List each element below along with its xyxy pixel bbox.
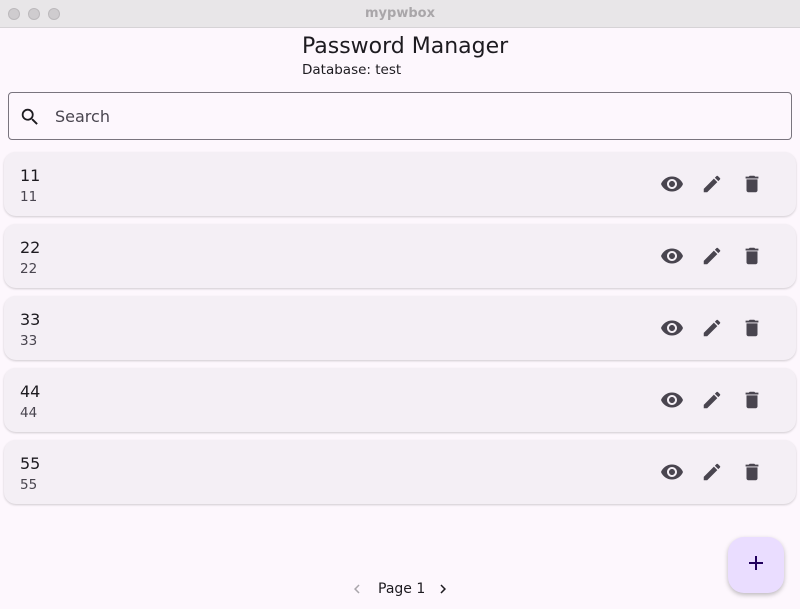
entry-title: 44: [20, 382, 41, 401]
entry-subtitle: 55: [20, 477, 38, 493]
entry-subtitle: 11: [20, 189, 38, 205]
list-item[interactable]: 44 44: [4, 368, 796, 432]
trash-icon[interactable]: [738, 458, 766, 486]
list-item[interactable]: 55 55: [4, 440, 796, 504]
page-indicator: Page 1: [378, 581, 426, 597]
eye-icon[interactable]: [658, 170, 686, 198]
add-entry-button[interactable]: [728, 537, 784, 593]
pencil-icon[interactable]: [698, 458, 726, 486]
eye-icon[interactable]: [658, 314, 686, 342]
window-titlebar: mypwbox: [0, 0, 800, 28]
search-input[interactable]: [55, 97, 775, 135]
eye-icon[interactable]: [658, 386, 686, 414]
window-title: mypwbox: [365, 6, 435, 21]
chevron-left-icon[interactable]: [346, 578, 368, 600]
entry-title: 22: [20, 238, 41, 257]
entry-subtitle: 44: [20, 405, 38, 421]
eye-icon[interactable]: [658, 242, 686, 270]
search-icon: [19, 106, 41, 128]
eye-icon[interactable]: [658, 458, 686, 486]
search-field[interactable]: [8, 92, 792, 140]
entry-subtitle: 33: [20, 333, 38, 349]
trash-icon[interactable]: [738, 386, 766, 414]
pencil-icon[interactable]: [698, 242, 726, 270]
pagination: Page 1: [344, 576, 464, 602]
page-title: Password Manager: [302, 34, 509, 59]
plus-icon: [744, 551, 768, 580]
trash-icon[interactable]: [738, 170, 766, 198]
list-item[interactable]: 22 22: [4, 224, 796, 288]
entry-title: 33: [20, 310, 41, 329]
pencil-icon[interactable]: [698, 314, 726, 342]
trash-icon[interactable]: [738, 314, 766, 342]
list-item[interactable]: 11 11: [4, 152, 796, 216]
pencil-icon[interactable]: [698, 170, 726, 198]
entry-subtitle: 22: [20, 261, 38, 277]
entry-title: 11: [20, 166, 41, 185]
entry-title: 55: [20, 454, 41, 473]
trash-icon[interactable]: [738, 242, 766, 270]
list-item[interactable]: 33 33: [4, 296, 796, 360]
chevron-right-icon[interactable]: [432, 578, 454, 600]
database-label: Database: test: [302, 62, 402, 78]
entry-list: 11 11 22 22 33 33 44 44 55 55: [4, 152, 796, 512]
pencil-icon[interactable]: [698, 386, 726, 414]
